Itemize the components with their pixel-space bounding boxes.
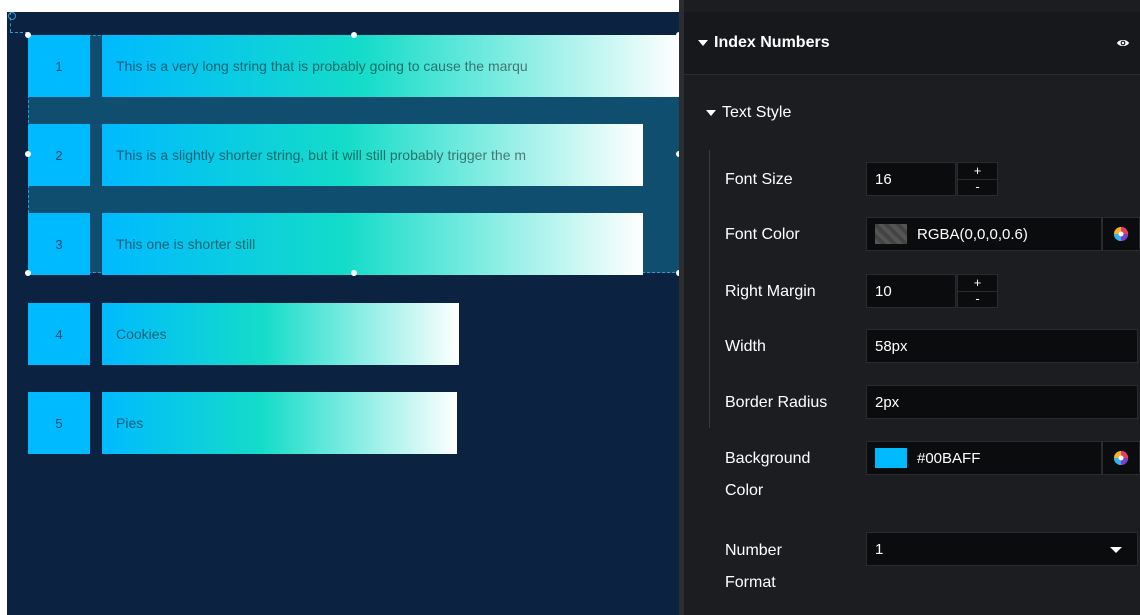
background-color-field[interactable]: #00BAFF — [866, 441, 1102, 475]
panel-header[interactable]: Index Numbers — [684, 12, 1140, 75]
row-text: Pies — [116, 415, 144, 431]
font-color-value: RGBA(0,0,0,0.6) — [917, 225, 1028, 243]
width-label: Width — [725, 338, 766, 355]
number-format-label: Number Format — [725, 542, 782, 591]
row-text: Cookies — [116, 326, 167, 342]
guide-line-vertical — [10, 12, 11, 32]
font-size-label: Font Size — [725, 171, 793, 188]
index-number: 4 — [28, 303, 90, 365]
increment-button[interactable]: + — [958, 275, 997, 292]
font-size-stepper: + - — [957, 162, 998, 196]
row-bar: This is a very long string that is proba… — [102, 35, 679, 97]
right-margin-input[interactable]: 10 — [866, 274, 956, 308]
section-text-style[interactable]: Text Style — [706, 104, 791, 122]
resize-handle-bottom[interactable] — [351, 270, 357, 276]
decrement-button[interactable]: - — [958, 291, 997, 307]
panel-header-title[interactable]: Index Numbers — [698, 34, 830, 52]
row-bar: Cookies — [102, 303, 459, 365]
font-color-swatch[interactable] — [875, 224, 907, 244]
chevron-down-icon[interactable] — [1110, 547, 1122, 553]
increment-button[interactable]: + — [958, 163, 997, 180]
row-text: This is a very long string that is proba… — [116, 58, 528, 74]
row-text: This one is shorter still — [116, 236, 256, 252]
color-picker-icon[interactable] — [1102, 441, 1140, 475]
background-color-swatch[interactable] — [875, 448, 907, 468]
preview-canvas: 1 This is a very long string that is pro… — [7, 12, 679, 615]
eye-icon[interactable] — [1116, 36, 1130, 50]
number-format-select[interactable]: 1 — [866, 532, 1138, 566]
config-panel: Index Numbers Text Style Font Size 16 + … — [684, 0, 1140, 615]
left-margin — [0, 0, 7, 615]
row-bar: This is a slightly shorter string, but i… — [102, 124, 643, 186]
font-color-label: Font Color — [725, 226, 800, 243]
border-radius-label: Border Radius — [725, 394, 828, 411]
row-bar: Pies — [102, 392, 457, 454]
resize-handle-top-left[interactable] — [25, 32, 31, 38]
background-color-value: #00BAFF — [917, 449, 981, 467]
row-text: This is a slightly shorter string, but i… — [116, 147, 527, 163]
number-format-value: 1 — [875, 540, 884, 558]
index-number: 3 — [28, 213, 90, 275]
index-number: 2 — [28, 124, 90, 186]
row-bar: This one is shorter still — [102, 213, 643, 275]
index-number: 5 — [28, 392, 90, 454]
right-margin-label: Right Margin — [725, 283, 816, 300]
background-color-label: Background Color — [725, 450, 811, 499]
font-color-field[interactable]: RGBA(0,0,0,0.6) — [866, 217, 1102, 251]
right-margin-stepper: + - — [957, 274, 998, 308]
decrement-button[interactable]: - — [958, 179, 997, 195]
font-size-input[interactable]: 16 — [866, 162, 956, 196]
color-picker-icon[interactable] — [1102, 217, 1140, 251]
border-radius-input[interactable]: 2px — [866, 385, 1138, 419]
index-number: 1 — [28, 35, 90, 97]
resize-handle-top[interactable] — [351, 32, 357, 38]
chevron-down-icon — [698, 39, 708, 46]
resize-handle-bottom-left[interactable] — [25, 270, 31, 276]
resize-handle-left[interactable] — [25, 151, 31, 157]
chevron-down-icon — [706, 109, 716, 116]
section-indent-line — [709, 150, 710, 428]
width-input[interactable]: 58px — [866, 329, 1138, 363]
